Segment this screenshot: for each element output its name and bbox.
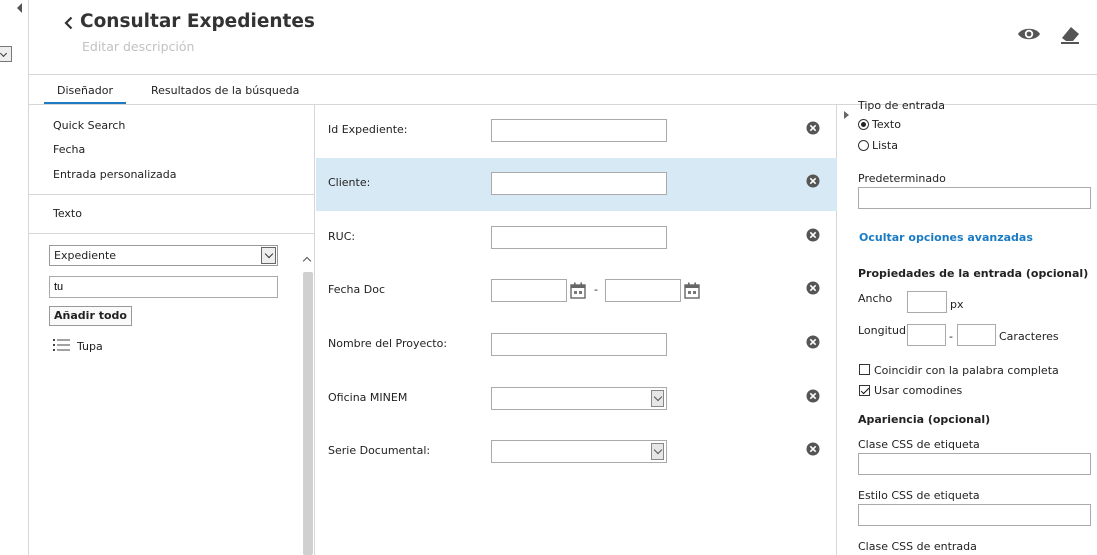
divider	[29, 194, 315, 195]
match-whole-word-label: Coincidir con la palabra completa	[874, 364, 1059, 377]
field-row-id-expediente[interactable]: Id Expediente:	[316, 105, 837, 158]
field-row-nombre-proyecto[interactable]: Nombre del Proyecto:	[316, 319, 837, 372]
field-row-fecha-doc[interactable]: Fecha Doc -	[316, 265, 837, 318]
field-palette-panel: Quick Search Fecha Entrada personalizada…	[29, 105, 315, 555]
search-fields-panel: Id Expediente: Cliente: RUC: Fecha Doc -…	[316, 105, 837, 555]
match-whole-word-checkbox[interactable]	[859, 364, 870, 375]
oficina-minem-select[interactable]	[491, 387, 667, 410]
remove-field-icon[interactable]	[806, 228, 820, 242]
eraser-icon[interactable]	[1059, 24, 1081, 44]
label-css-class-label: Clase CSS de etiqueta	[858, 438, 980, 451]
scroll-up-icon[interactable]	[302, 256, 312, 266]
remove-field-icon[interactable]	[806, 121, 820, 135]
date-to-input[interactable]	[605, 279, 681, 302]
app-root: Consultar Expedientes Editar descripción…	[0, 0, 1097, 555]
serie-documental-select[interactable]	[491, 440, 667, 463]
property-search-input[interactable]	[49, 276, 278, 298]
scrollbar[interactable]	[301, 252, 315, 555]
id-expediente-input[interactable]	[491, 119, 667, 142]
object-type-select[interactable]: Expediente	[49, 245, 278, 266]
calendar-icon[interactable]	[684, 282, 700, 299]
field-label: Serie Documental:	[328, 444, 431, 457]
back-chevron-icon[interactable]	[61, 15, 77, 31]
field-label: Cliente:	[328, 176, 371, 189]
calendar-icon[interactable]	[570, 282, 586, 299]
expand-arrow-icon[interactable]	[844, 111, 849, 119]
remove-field-icon[interactable]	[806, 281, 820, 295]
field-row-cliente[interactable]: Cliente:	[316, 158, 837, 211]
object-type-value: Expediente	[54, 249, 117, 262]
palette-item-entrada-personalizada[interactable]: Entrada personalizada	[53, 168, 177, 181]
field-label: Oficina MINEM	[328, 391, 408, 404]
hide-advanced-options-link[interactable]: Ocultar opciones avanzadas	[859, 231, 1033, 244]
collapsed-sidebar	[0, 0, 29, 555]
field-row-serie-documental[interactable]: Serie Documental:	[316, 426, 837, 479]
field-row-ruc[interactable]: RUC:	[316, 212, 837, 265]
radio-texto-label: Texto	[872, 118, 901, 131]
radio-lista[interactable]	[858, 140, 869, 151]
input-type-title: Tipo de entrada	[858, 99, 945, 112]
chevron-down-icon	[651, 443, 664, 460]
use-wildcards-label: Usar comodines	[874, 384, 963, 397]
date-from-input[interactable]	[491, 279, 567, 302]
collapse-arrow-icon[interactable]	[17, 3, 22, 13]
remove-field-icon[interactable]	[806, 389, 820, 403]
property-item-tupa[interactable]: Tupa	[77, 340, 103, 353]
field-label: Nombre del Proyecto:	[328, 337, 448, 350]
length-unit: Caracteres	[999, 330, 1059, 343]
tab-resultados[interactable]: Resultados de la búsqueda	[151, 84, 299, 97]
use-wildcards-checkbox[interactable]	[859, 385, 870, 396]
appearance-title: Apariencia (opcional)	[858, 413, 991, 426]
input-css-class-label: Clase CSS de entrada	[858, 540, 977, 553]
field-label: Id Expediente:	[328, 123, 408, 136]
radio-lista-label: Lista	[872, 139, 898, 152]
tab-disenador[interactable]: Diseñador	[44, 84, 126, 104]
cliente-input[interactable]	[491, 172, 667, 195]
page-title: Consultar Expedientes	[80, 11, 315, 32]
length-max-input[interactable]	[957, 324, 996, 346]
page-header: Consultar Expedientes Editar descripción	[29, 0, 1097, 75]
default-value-input[interactable]	[858, 187, 1091, 209]
edit-description-field[interactable]: Editar descripción	[82, 39, 194, 54]
length-separator: -	[949, 330, 953, 343]
radio-texto[interactable]	[858, 119, 869, 130]
default-label: Predeterminado	[858, 172, 946, 185]
field-row-oficina-minem[interactable]: Oficina MINEM	[316, 373, 837, 426]
input-properties-title: Propiedades de la entrada (opcional)	[858, 267, 1089, 280]
palette-item-fecha[interactable]: Fecha	[53, 143, 85, 156]
remove-field-icon[interactable]	[806, 335, 820, 349]
sidebar-dropdown[interactable]	[0, 46, 12, 62]
width-label: Ancho	[858, 292, 893, 305]
width-unit: px	[950, 298, 964, 311]
width-input[interactable]	[907, 291, 947, 313]
palette-item-quick-search[interactable]: Quick Search	[53, 119, 125, 132]
list-icon	[53, 339, 70, 351]
ruc-input[interactable]	[491, 226, 667, 249]
add-all-button[interactable]: Añadir todo	[49, 306, 132, 326]
date-range-separator: -	[594, 283, 598, 296]
chevron-down-icon	[261, 247, 276, 264]
scroll-thumb[interactable]	[303, 272, 313, 555]
nombre-proyecto-input[interactable]	[491, 333, 667, 356]
remove-field-icon[interactable]	[806, 442, 820, 456]
length-min-input[interactable]	[907, 324, 946, 346]
remove-field-icon[interactable]	[806, 174, 820, 188]
label-css-style-label: Estilo CSS de etiqueta	[858, 489, 980, 502]
divider	[29, 233, 315, 234]
preview-eye-icon[interactable]	[1017, 25, 1041, 43]
field-label: Fecha Doc	[328, 283, 385, 296]
length-label: Longitud	[858, 324, 906, 337]
label-css-style-input[interactable]	[858, 504, 1091, 526]
field-properties-panel: Tipo de entrada Texto Lista Predetermina…	[838, 99, 1097, 555]
field-label: RUC:	[328, 230, 356, 243]
chevron-down-icon	[651, 390, 664, 407]
label-css-class-input[interactable]	[858, 453, 1091, 475]
palette-item-texto[interactable]: Texto	[53, 207, 82, 220]
